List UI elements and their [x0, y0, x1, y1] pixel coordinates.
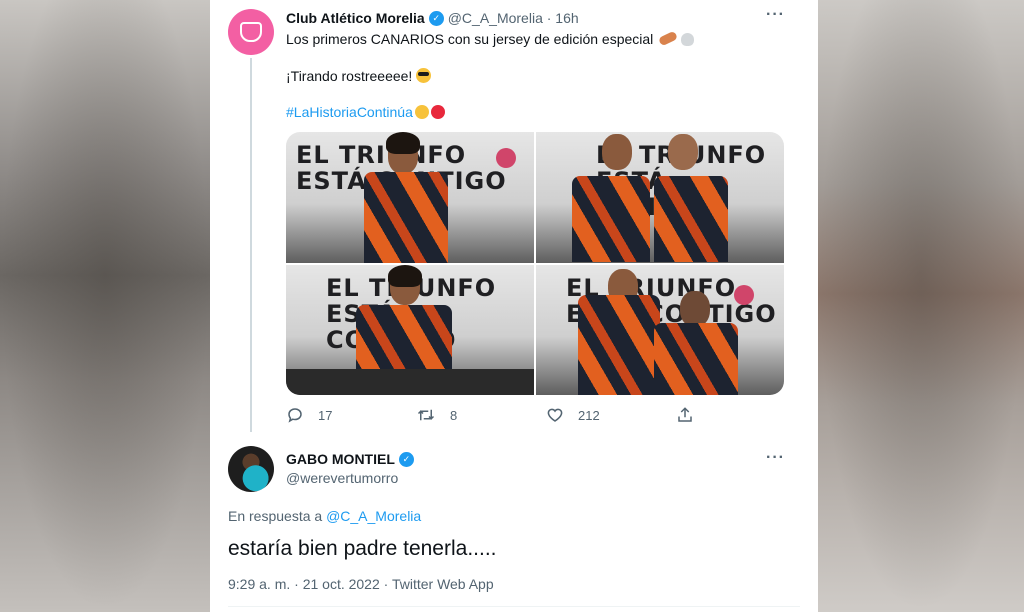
- person-head: [680, 290, 710, 327]
- verified-badge-icon: ✓: [428, 10, 444, 26]
- retweet-action[interactable]: 8: [416, 406, 546, 424]
- share-action[interactable]: [676, 406, 806, 424]
- blurred-background-right: [818, 0, 1024, 612]
- wall-sticker: [496, 148, 516, 168]
- jersey-shape: [654, 322, 738, 395]
- photo-3[interactable]: EL TRIUNFOESTÁ CONTIGO: [286, 264, 534, 395]
- tweet-text-line1-content: Los primeros CANARIOS con su jersey de e…: [286, 31, 654, 47]
- person-hair: [386, 132, 420, 154]
- hand-emoji-icon: [658, 30, 679, 47]
- person-head: [668, 134, 698, 170]
- skull-emoji-icon: [681, 33, 695, 46]
- tweet-hashtag-line: #LaHistoriaContinúa: [286, 104, 445, 120]
- red-circle-emoji-icon: [430, 105, 445, 119]
- wall-sticker: [734, 284, 754, 305]
- photo-4[interactable]: EL TRIUNFO ESTÁ CONTIGO: [536, 264, 784, 395]
- share-icon[interactable]: [676, 406, 694, 424]
- blurred-background-left: [0, 0, 210, 612]
- gabo-avatar[interactable]: [228, 446, 274, 492]
- retweet-icon[interactable]: [416, 406, 436, 424]
- author-name[interactable]: Club Atlético Morelia: [286, 10, 425, 26]
- photo-2[interactable]: EL TRIUNFOESTÁ CONTIGO: [536, 132, 784, 263]
- photo-grid: EL TRIUNFOESTÁ CONTIGO EL TRIUNFOESTÁ CO…: [286, 132, 784, 395]
- jersey-shape: [654, 176, 728, 262]
- thread-connector-line: [250, 58, 252, 432]
- tweet-text-line2: ¡Tirando rostreeeee!: [286, 68, 432, 84]
- in-reply-to-prefix: En respuesta a: [228, 508, 323, 524]
- jersey-shape: [578, 294, 660, 395]
- author-handle-time[interactable]: @C_A_Morelia · 16h: [448, 10, 579, 26]
- tweet-action-bar: 17 8 212: [286, 406, 806, 424]
- in-reply-to-mention[interactable]: @C_A_Morelia: [326, 508, 421, 524]
- tweet-header: Club Atlético Morelia ✓ @C_A_Morelia · 1…: [286, 10, 579, 26]
- hashtag-link[interactable]: #LaHistoriaContinúa: [286, 104, 413, 120]
- photo-floor: [286, 369, 534, 395]
- tweet-text-line2-content: ¡Tirando rostreeeee!: [286, 68, 413, 84]
- reply-count: 17: [318, 407, 333, 423]
- person-head: [602, 134, 632, 170]
- verified-badge-icon: ✓: [398, 451, 414, 467]
- more-options-icon[interactable]: ···: [766, 6, 785, 24]
- photo-1[interactable]: EL TRIUNFOESTÁ CONTIGO: [286, 132, 534, 263]
- morelia-avatar[interactable]: [228, 9, 274, 55]
- reply-author-name[interactable]: GABO MONTIEL: [286, 451, 395, 467]
- jersey-shape: [572, 176, 650, 262]
- yellow-circle-emoji-icon: [414, 105, 429, 119]
- like-action[interactable]: 212: [546, 406, 676, 424]
- like-icon[interactable]: [546, 406, 564, 424]
- reply-icon[interactable]: [286, 406, 304, 424]
- reply-text: estaría bien padre tenerla.....: [228, 537, 497, 560]
- more-options-icon[interactable]: ···: [766, 449, 785, 467]
- person-hair: [388, 264, 422, 287]
- in-reply-to: En respuesta a @C_A_Morelia: [228, 508, 421, 524]
- reply-timestamp-meta[interactable]: 9:29 a. m. · 21 oct. 2022 · Twitter Web …: [228, 576, 494, 592]
- sunglasses-emoji-icon: [416, 68, 432, 83]
- reply-header: GABO MONTIEL ✓: [286, 451, 418, 467]
- retweet-count: 8: [450, 407, 458, 423]
- divider: [228, 606, 800, 607]
- tweet-text-line1: Los primeros CANARIOS con su jersey de e…: [286, 30, 695, 47]
- reply-author-handle[interactable]: @werevertumorro: [286, 470, 398, 486]
- like-count: 212: [578, 407, 600, 423]
- reply-handle-row: @werevertumorro: [286, 470, 398, 486]
- reply-action[interactable]: 17: [286, 406, 416, 424]
- jersey-shape: [364, 172, 448, 263]
- tweet-thread-panel: Club Atlético Morelia ✓ @C_A_Morelia · 1…: [210, 0, 818, 612]
